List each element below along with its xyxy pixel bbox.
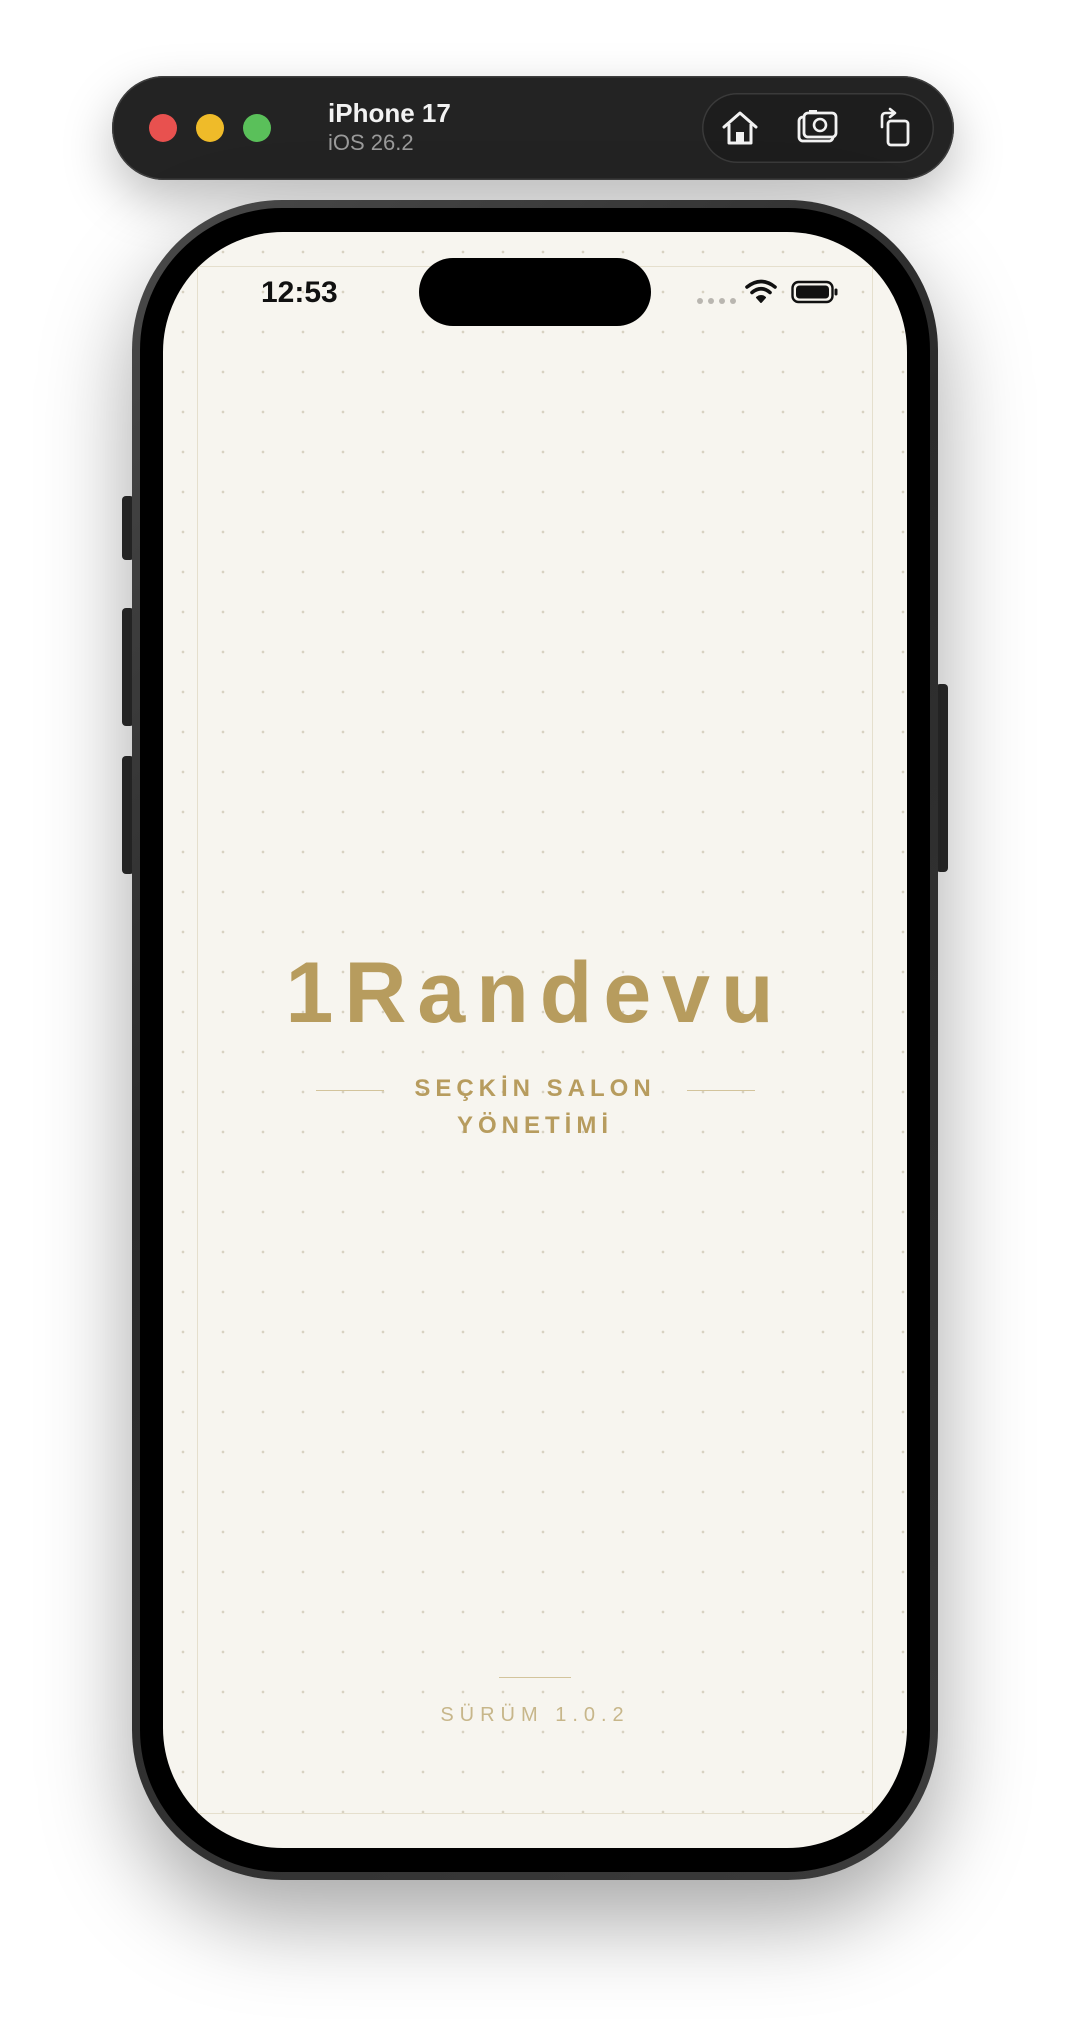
dynamic-island — [419, 258, 651, 326]
battery-icon — [791, 280, 838, 304]
wifi-icon — [745, 279, 777, 303]
tagline-line-1: SEÇKİN SALON — [414, 1075, 656, 1102]
minimize-window-button[interactable] — [196, 114, 224, 142]
status-time: 12:53 — [261, 276, 338, 309]
cellular-signal-icon — [697, 298, 736, 304]
tagline-divider-right — [687, 1090, 755, 1091]
tagline-divider-left — [316, 1090, 384, 1091]
version-label: SÜRÜM 1.0.2 — [440, 1704, 630, 1726]
tagline-line-2: YÖNETİMİ — [456, 1112, 613, 1139]
app-screen[interactable]: 12:53 1Randevu SEÇKİN SALON YÖNETİMİ SÜR… — [163, 232, 907, 1848]
home-icon — [722, 111, 758, 145]
tagline-text: SEÇKİN SALON YÖNETİMİ — [385, 1070, 685, 1144]
device-name: iPhone 17 — [328, 98, 451, 128]
close-window-button[interactable] — [149, 114, 177, 142]
screenshot-button[interactable] — [796, 107, 840, 149]
app-title: 1Randevu — [285, 945, 785, 1041]
rotate-button[interactable] — [874, 107, 918, 149]
screenshot-icon — [797, 110, 838, 143]
device-os-version: iOS 26.2 — [328, 130, 414, 155]
simulator-toolbar: iPhone 17 iOS 26.2 — [112, 76, 954, 180]
zoom-window-button[interactable] — [243, 114, 271, 142]
rotate-icon — [880, 107, 910, 147]
home-button[interactable] — [718, 107, 762, 149]
simulator-actions — [702, 93, 934, 163]
footer-divider — [499, 1677, 571, 1678]
